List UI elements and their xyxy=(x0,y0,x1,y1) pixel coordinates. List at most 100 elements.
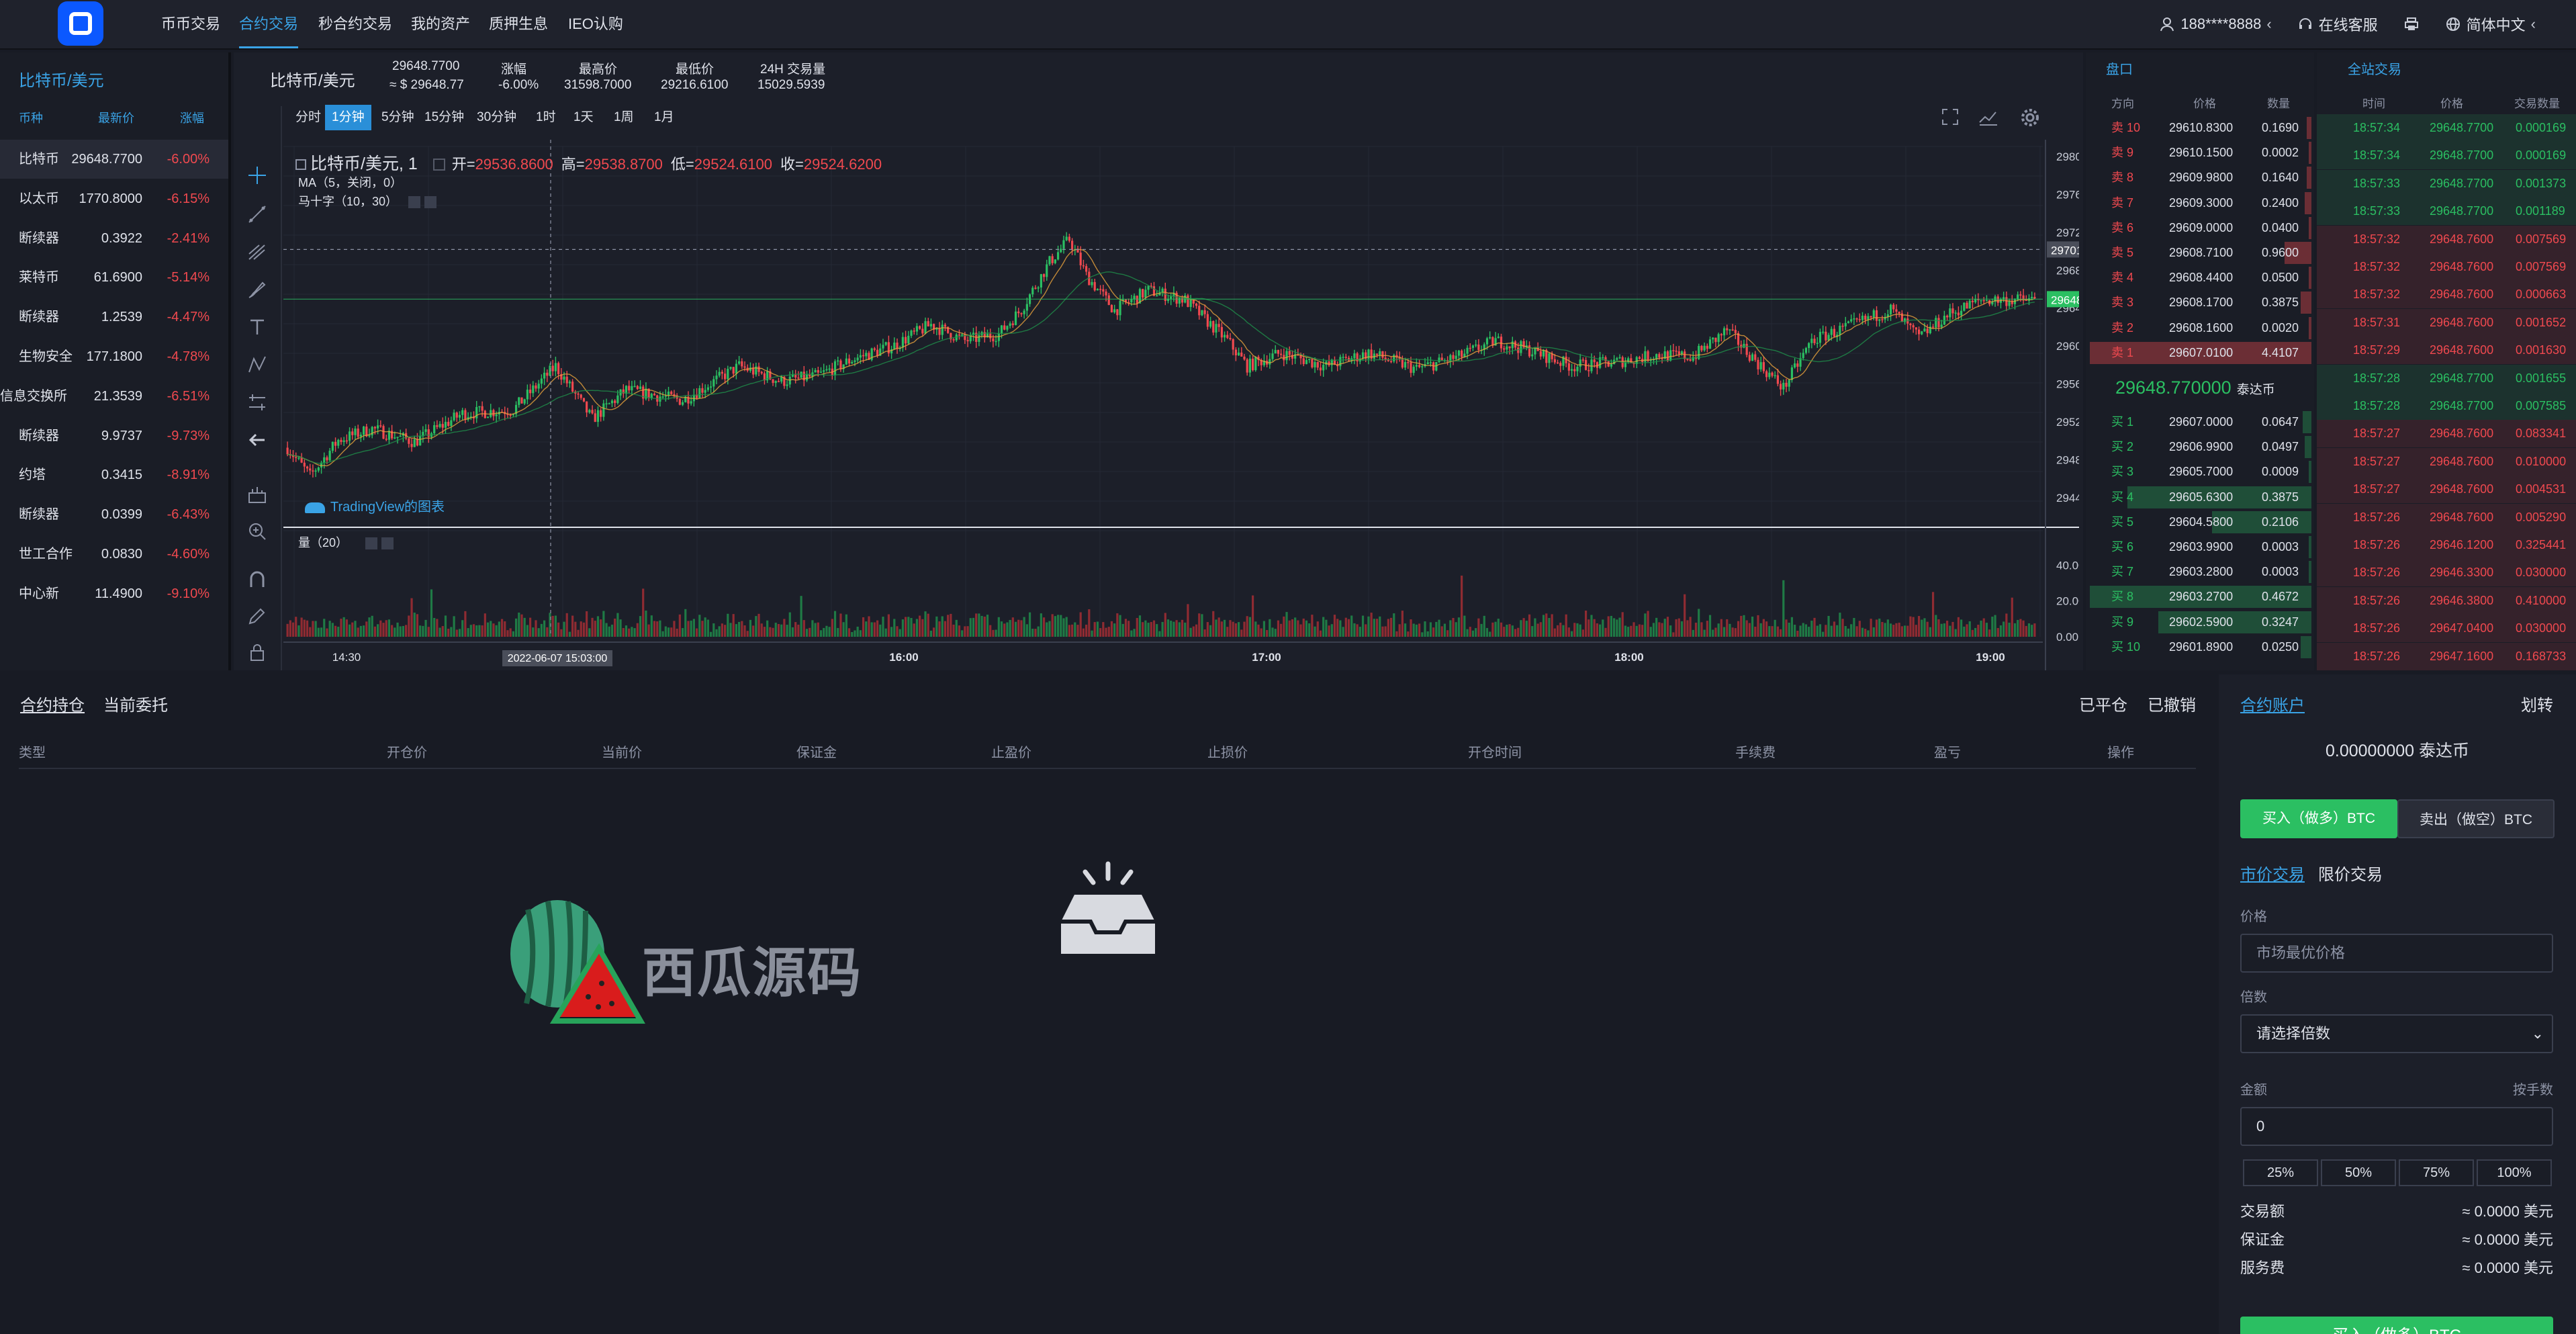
lots-toggle[interactable]: 按手数 xyxy=(2513,1079,2553,1098)
ask-row[interactable]: 卖 2 29608.1600 0.0020 xyxy=(2086,316,2314,341)
orderbook-title[interactable]: 盘口 xyxy=(2106,52,2133,87)
tool-trendline[interactable] xyxy=(246,203,269,226)
chart-settings-button[interactable] xyxy=(2020,107,2040,131)
tool-text[interactable] xyxy=(246,316,269,339)
market-row[interactable]: 断续器 0.3922 -2.41% xyxy=(0,219,228,258)
ask-row[interactable]: 卖 6 29609.0000 0.0400 xyxy=(2086,216,2314,240)
indicator-options-icon[interactable] xyxy=(408,196,421,209)
tool-template[interactable] xyxy=(246,484,269,506)
bid-row[interactable]: 买 2 29606.9900 0.0497 xyxy=(2086,435,2314,459)
tool-measure[interactable] xyxy=(246,391,269,414)
price-input[interactable]: 市场最优价格 xyxy=(2240,934,2553,973)
ask-row[interactable]: 卖 7 29609.3000 0.2400 xyxy=(2086,191,2314,216)
bid-row[interactable]: 买 3 29605.7000 0.0009 xyxy=(2086,459,2314,484)
nav-ieo[interactable]: IEO认购 xyxy=(568,0,623,48)
language-switch[interactable]: 简体中文 ‹ xyxy=(2445,13,2536,35)
transfer-link[interactable]: 划转 xyxy=(2521,692,2553,715)
nav-second-contract[interactable]: 秒合约交易 xyxy=(318,0,392,48)
market-row[interactable]: 中心新 11.4900 -9.10% xyxy=(0,574,228,613)
market-row[interactable]: 比特币 29648.7700 -6.00% xyxy=(0,140,228,179)
timeframe-tab[interactable]: 5分钟 xyxy=(375,105,421,130)
tool-magnet[interactable] xyxy=(246,568,269,591)
user-menu[interactable]: 188****8888 ‹ xyxy=(2159,15,2272,33)
ask-row[interactable]: 卖 9 29610.1500 0.0002 xyxy=(2086,140,2314,165)
logo[interactable] xyxy=(58,1,103,46)
bid-row[interactable]: 买 8 29603.2700 0.4672 xyxy=(2086,584,2314,609)
market-row[interactable]: 世工合作 0.0830 -4.60% xyxy=(0,535,228,574)
closed-orders-link[interactable]: 已平仓 xyxy=(2079,692,2127,715)
ask-row[interactable]: 卖 10 29610.8300 0.1690 xyxy=(2086,116,2314,140)
timeframe-tab[interactable]: 30分钟 xyxy=(470,105,523,130)
buy-long-tab[interactable]: 买入（做多）BTC xyxy=(2240,799,2397,838)
cancelled-orders-link[interactable]: 已撤销 xyxy=(2148,692,2196,715)
amount-input[interactable]: 0 xyxy=(2240,1107,2553,1146)
ticker-pair[interactable]: 比特币/美元 xyxy=(270,67,355,91)
timeframe-tab[interactable]: 1天 xyxy=(567,105,600,130)
percent-25-button[interactable]: 25% xyxy=(2243,1159,2318,1186)
bid-row[interactable]: 买 6 29603.9900 0.0003 xyxy=(2086,535,2314,560)
legend-settings-icon[interactable] xyxy=(432,159,445,171)
tool-back[interactable] xyxy=(246,429,269,451)
market-row[interactable]: 断续器 1.2539 -4.47% xyxy=(0,298,228,337)
percent-75-button[interactable]: 75% xyxy=(2399,1159,2474,1186)
percent-50-button[interactable]: 50% xyxy=(2321,1159,2396,1186)
bid-row[interactable]: 买 9 29602.5900 0.3247 xyxy=(2086,610,2314,635)
tradingview-watermark[interactable]: TradingView的图表 xyxy=(305,496,445,515)
market-row[interactable]: 断续器 9.9737 -9.73% xyxy=(0,416,228,455)
ask-row[interactable]: 卖 4 29608.4400 0.0500 xyxy=(2086,265,2314,290)
cross-indicator-label[interactable]: 马十字（10，30） xyxy=(298,192,437,210)
tool-crosshair[interactable] xyxy=(246,164,269,187)
tab-positions[interactable]: 合约持仓 xyxy=(20,692,85,715)
nav-assets[interactable]: 我的资产 xyxy=(411,0,470,48)
market-row[interactable]: 以太币 1770.8000 -6.15% xyxy=(0,179,228,218)
market-row[interactable]: 断续器 0.0399 -6.43% xyxy=(0,495,228,534)
print-button[interactable] xyxy=(2403,16,2420,32)
tab-current-orders[interactable]: 当前委托 xyxy=(103,692,168,715)
market-row[interactable]: 信息交换所 21.3539 -6.51% xyxy=(0,377,228,416)
indicator-button[interactable] xyxy=(1978,107,1998,130)
tool-pattern[interactable] xyxy=(246,353,269,376)
volume-close-icon[interactable] xyxy=(381,537,394,550)
volume-options-icon[interactable] xyxy=(365,537,378,550)
submit-order-button[interactable]: 买入（做多）BTC xyxy=(2240,1317,2553,1334)
price-chart[interactable]: 29800.0000 29760.0000 29720.0000 29680.0000… xyxy=(283,140,2079,670)
bid-row[interactable]: 买 7 29603.2800 0.0003 xyxy=(2086,560,2314,584)
trades-title[interactable]: 全站交易 xyxy=(2348,52,2401,87)
online-service[interactable]: 在线客服 xyxy=(2297,13,2378,35)
ask-row[interactable]: 卖 5 29608.7100 0.9600 xyxy=(2086,240,2314,265)
ma-indicator-label[interactable]: MA（5，关闭，0） xyxy=(298,173,402,191)
percent-100-button[interactable]: 100% xyxy=(2477,1159,2552,1186)
market-row[interactable]: 莱特币 61.6900 -5.14% xyxy=(0,258,228,297)
tool-fork[interactable] xyxy=(246,240,269,263)
ask-row[interactable]: 卖 8 29609.9800 0.1640 xyxy=(2086,165,2314,190)
nav-staking[interactable]: 质押生息 xyxy=(489,0,548,48)
collapse-icon[interactable] xyxy=(295,159,306,171)
bid-row[interactable]: 买 10 29601.8900 0.0250 xyxy=(2086,635,2314,660)
bid-row[interactable]: 买 5 29604.5800 0.2106 xyxy=(2086,510,2314,535)
timeframe-tab[interactable]: 1周 xyxy=(607,105,641,130)
timeframe-tab[interactable]: 1分钟 xyxy=(325,105,371,130)
market-order-tab[interactable]: 市价交易 xyxy=(2240,861,2305,885)
bid-row[interactable]: 买 1 29607.0000 0.0647 xyxy=(2086,410,2314,435)
market-row[interactable]: 约塔 0.3415 -8.91% xyxy=(0,455,228,494)
timeframe-tab[interactable]: 1时 xyxy=(529,105,563,130)
sell-short-tab[interactable]: 卖出（做空）BTC xyxy=(2397,799,2555,838)
limit-order-tab[interactable]: 限价交易 xyxy=(2318,861,2383,885)
tool-lock[interactable] xyxy=(246,641,269,664)
account-tab[interactable]: 合约账户 xyxy=(2240,692,2305,715)
timeframe-tab[interactable]: 分时 xyxy=(289,105,328,130)
tool-pen-lock[interactable] xyxy=(246,605,269,627)
tool-zoom[interactable] xyxy=(246,520,269,543)
nav-spot[interactable]: 币币交易 xyxy=(161,0,220,48)
nav-contract[interactable]: 合约交易 xyxy=(239,0,299,48)
tool-brush[interactable] xyxy=(246,278,269,301)
ask-row[interactable]: 卖 1 29607.0100 4.4107 xyxy=(2086,341,2314,365)
indicator-close-icon[interactable] xyxy=(424,196,437,209)
leverage-select[interactable]: 请选择倍数 ⌄ xyxy=(2240,1014,2553,1053)
timeframe-tab[interactable]: 1月 xyxy=(647,105,681,130)
bid-row[interactable]: 买 4 29605.6300 0.3875 xyxy=(2086,485,2314,510)
timeframe-tab[interactable]: 15分钟 xyxy=(418,105,471,130)
ask-row[interactable]: 卖 3 29608.1700 0.3875 xyxy=(2086,290,2314,315)
fullscreen-button[interactable] xyxy=(1941,107,1960,130)
volume-indicator-label[interactable]: 量（20） xyxy=(298,533,394,551)
